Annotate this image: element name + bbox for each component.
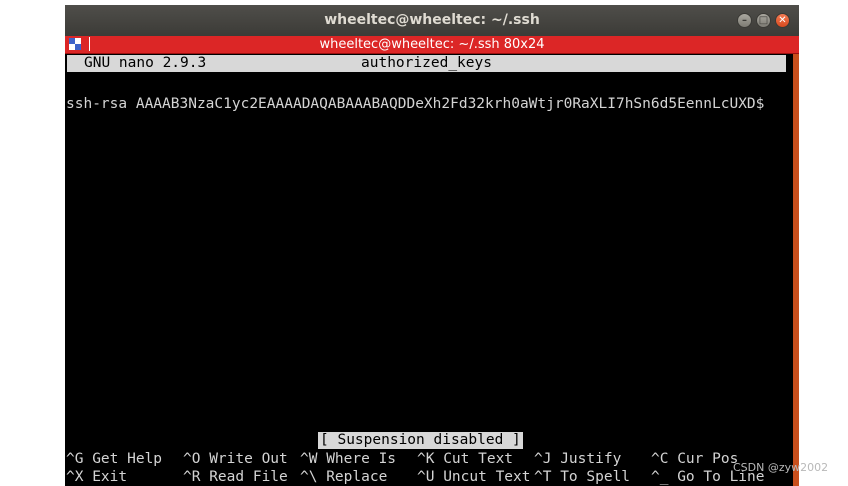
shortcut-label: Cut Text bbox=[443, 451, 514, 467]
file-content-line[interactable]: ssh-rsa AAAAB3NzaC1yc2EAAAADAQABAAABAQDD… bbox=[66, 95, 764, 113]
shortcut-where-is[interactable]: ^W Where Is bbox=[300, 450, 396, 468]
shortcut-key: ^O bbox=[183, 451, 201, 467]
shortcut-label: Read File bbox=[209, 469, 288, 485]
shortcut-key: ^R bbox=[183, 469, 201, 485]
shortcut-key: ^J bbox=[534, 451, 552, 467]
shortcut-label: Justify bbox=[560, 451, 622, 467]
tab-title: wheeltec@wheeltec: ~/.ssh 80x24 bbox=[319, 37, 545, 52]
shortcut-to-spell[interactable]: ^T To Spell bbox=[534, 468, 630, 486]
nano-filename: authorized_keys bbox=[361, 55, 492, 71]
shortcut-key: ^U bbox=[417, 469, 435, 485]
shortcut-key: ^T bbox=[534, 469, 552, 485]
shortcut-key: ^C bbox=[651, 451, 669, 467]
terminal-window: wheeltec@wheeltec: ~/.ssh – □ ✕ wheeltec… bbox=[65, 5, 799, 486]
nano-header-bar: GNU nano 2.9.3 authorized_keys bbox=[67, 55, 786, 72]
terminal-area[interactable]: GNU nano 2.9.3 authorized_keys ssh-rsa A… bbox=[65, 54, 787, 486]
shortcut-exit[interactable]: ^X Exit bbox=[66, 468, 127, 486]
shortcut-label: Replace bbox=[326, 469, 388, 485]
shortcut-read-file[interactable]: ^R Read File bbox=[183, 468, 288, 486]
shortcut-label: To Spell bbox=[560, 469, 631, 485]
shortcut-get-help[interactable]: ^G Get Help bbox=[66, 450, 162, 468]
shortcut-label: Cur Pos bbox=[677, 451, 739, 467]
shortcut-key: ^K bbox=[417, 451, 435, 467]
minimize-button[interactable]: – bbox=[737, 13, 752, 28]
status-message: [ Suspension disabled ] bbox=[318, 432, 523, 449]
shortcut-cur-pos[interactable]: ^C Cur Pos bbox=[651, 450, 738, 468]
shortcut-label: Uncut Text bbox=[443, 469, 531, 485]
terminal-tab-bar: wheeltec@wheeltec: ~/.ssh 80x24 bbox=[65, 36, 799, 54]
shortcut-justify[interactable]: ^J Justify bbox=[534, 450, 621, 468]
shortcut-key: ^W bbox=[300, 451, 318, 467]
shortcut-write-out[interactable]: ^O Write Out bbox=[183, 450, 288, 468]
shortcut-cut-text[interactable]: ^K Cut Text bbox=[417, 450, 513, 468]
csdn-watermark: CSDN @zyw2002 bbox=[733, 461, 829, 474]
shortcut-label: Get Help bbox=[92, 451, 163, 467]
shortcut-key: ^X bbox=[66, 469, 84, 485]
maximize-button[interactable]: □ bbox=[756, 13, 771, 28]
shortcut-label: Where Is bbox=[326, 451, 397, 467]
shortcut-label: Exit bbox=[92, 469, 128, 485]
shortcut-key: ^\ bbox=[300, 469, 318, 485]
shortcut-uncut-text[interactable]: ^U Uncut Text bbox=[417, 468, 531, 486]
shortcut-key: ^_ bbox=[651, 469, 669, 485]
shortcut-label: Write Out bbox=[209, 451, 288, 467]
shortcut-replace[interactable]: ^\ Replace bbox=[300, 468, 387, 486]
window-title-bar[interactable]: wheeltec@wheeltec: ~/.ssh – □ ✕ bbox=[65, 5, 799, 36]
close-button[interactable]: ✕ bbox=[775, 13, 790, 28]
shortcut-key: ^G bbox=[66, 451, 84, 467]
terminal-scrollbar[interactable] bbox=[793, 54, 799, 486]
window-title: wheeltec@wheeltec: ~/.ssh bbox=[324, 12, 540, 28]
